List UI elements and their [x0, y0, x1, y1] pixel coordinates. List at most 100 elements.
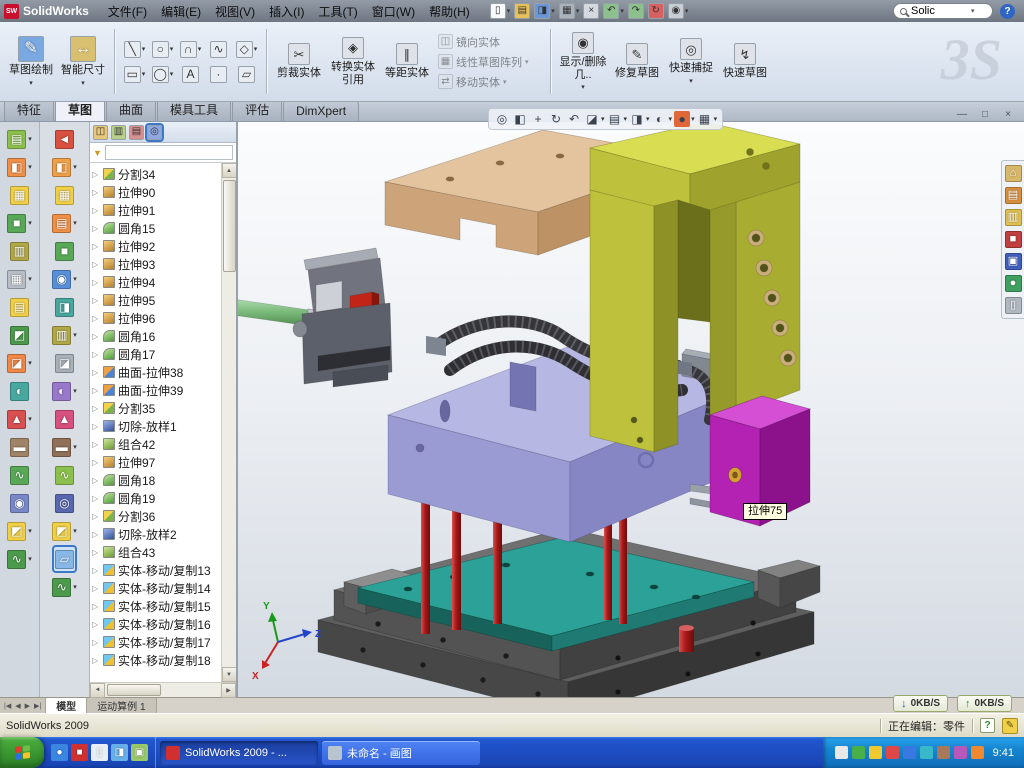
toolbar2-button-5[interactable]: ■ ▾	[54, 239, 75, 263]
graphics-viewport[interactable]: Y Z X 拉伸75 ◎ ▾	[238, 122, 1024, 697]
configurationmanager-tab-icon[interactable]: ▤	[129, 125, 144, 140]
tray-icon-8[interactable]	[954, 746, 967, 759]
start-button[interactable]	[0, 737, 44, 768]
dropdown-caret-icon[interactable]: ▾	[581, 83, 585, 91]
tree-item[interactable]: ▷ 拉伸90	[92, 183, 221, 201]
tab-model[interactable]: 模型	[46, 698, 87, 713]
dropdown-caret-icon[interactable]: ▾	[714, 115, 718, 123]
3d-model[interactable]: Y Z X	[238, 122, 1024, 697]
expander-icon[interactable]: ▷	[92, 494, 100, 503]
expander-icon[interactable]: ▷	[92, 368, 100, 377]
dropdown-caret-icon[interactable]: ▾	[28, 275, 32, 283]
tray-icon-2[interactable]	[852, 746, 865, 759]
convert-entities-button[interactable]: ◈ 转换实体引用	[327, 25, 379, 98]
print-icon[interactable]: ▦ ▾	[558, 2, 581, 20]
tree-item[interactable]: ▷ 分割36	[92, 507, 221, 525]
tray-icon-3[interactable]	[869, 746, 882, 759]
toolbar2-button-3[interactable]: ▦ ▾	[54, 183, 75, 207]
tree-item[interactable]: ▷ 分割35	[92, 399, 221, 417]
tree-item[interactable]: ▷ 拉伸92	[92, 237, 221, 255]
doc-minimize-button[interactable]: —	[954, 107, 970, 123]
file-explorer-icon[interactable]: ▥	[1005, 209, 1022, 226]
tree-item[interactable]: ▷ 组合43	[92, 543, 221, 561]
document-recovery-icon[interactable]: ▯	[1005, 297, 1022, 314]
toolbar2-button-4[interactable]: ▤ ▾	[51, 211, 78, 235]
quicklaunch-media-player-icon[interactable]: ◨	[111, 744, 128, 761]
dropdown-caret-icon[interactable]: ▾	[73, 275, 77, 283]
trim-entities-button[interactable]: ✂ 剪裁实体	[273, 25, 325, 98]
dropdown-caret-icon[interactable]: ▾	[170, 70, 174, 78]
solidworks-resources-icon[interactable]: ⌂	[1005, 165, 1022, 182]
help-icon[interactable]: ?	[1000, 4, 1015, 19]
toolbar2-button-2[interactable]: ◧ ▾	[51, 155, 78, 179]
dropdown-caret-icon[interactable]: ▾	[646, 115, 650, 123]
dropdown-caret-icon[interactable]: ▾	[691, 115, 695, 123]
design-library-icon[interactable]: ▤	[1005, 187, 1022, 204]
repair-sketch-button[interactable]: ✎ 修复草图 ▾	[611, 25, 663, 98]
rapid-sketch-button[interactable]: ↯ 快速草图 ▾	[719, 25, 771, 98]
expander-icon[interactable]: ▷	[92, 422, 100, 431]
expander-icon[interactable]: ▷	[92, 530, 100, 539]
view-orientation-icon[interactable]: ▤ ▾	[607, 111, 628, 127]
open-icon[interactable]: ▤ ▾	[513, 2, 531, 20]
dropdown-caret-icon[interactable]: ▾	[525, 58, 529, 66]
new-document-icon[interactable]: ▯ ▾	[489, 2, 512, 20]
arc-tool[interactable]: ∩ ▾	[177, 37, 204, 61]
appearances-icon[interactable]: ■	[1005, 231, 1022, 248]
smart-dimension-button[interactable]: ↔ 智能尺寸 ▾	[58, 25, 108, 98]
quicklaunch-show-desktop-icon[interactable]: ▯	[91, 744, 108, 761]
tree-item[interactable]: ▷ 切除-放样1	[92, 417, 221, 435]
toolbar1-button-1[interactable]: ▤ ▾	[6, 127, 33, 151]
expander-icon[interactable]: ▷	[92, 638, 100, 647]
tab-nav-button[interactable]: ▶|	[33, 702, 42, 710]
expander-icon[interactable]: ▷	[92, 224, 100, 233]
dropdown-caret-icon[interactable]: ▾	[601, 115, 605, 123]
tree-item[interactable]: ▷ 曲面-拉伸38	[92, 363, 221, 381]
toolbar1-button-13[interactable]: ∿ ▾	[9, 463, 30, 487]
tree-item[interactable]: ▷ 圆角17	[92, 345, 221, 363]
toolbar1-button-6[interactable]: ▦ ▾	[6, 267, 33, 291]
tree-item[interactable]: ▷ 曲面-拉伸39	[92, 381, 221, 399]
toolbar1-button-15[interactable]: ◩ ▾	[6, 519, 33, 543]
toolbar2-button-9[interactable]: ◪ ▾	[54, 351, 75, 375]
tree-item[interactable]: ▷ 实体-移动/复制15	[92, 597, 221, 615]
dimxpertmanager-tab-icon[interactable]: ◎	[147, 125, 162, 140]
tree-item[interactable]: ▷ 切除-放样2	[92, 525, 221, 543]
toolbar2-button-8[interactable]: ▥ ▾	[51, 323, 78, 347]
plane-tool[interactable]: ▱ ▾	[233, 62, 260, 86]
tree-item[interactable]: ▷ 圆角19	[92, 489, 221, 507]
toolbar1-button-3[interactable]: ▦ ▾	[9, 183, 30, 207]
dropdown-caret-icon[interactable]: ▾	[81, 79, 85, 87]
tray-icon-6[interactable]	[920, 746, 933, 759]
expander-icon[interactable]: ▷	[92, 584, 100, 593]
ellipse-tool[interactable]: ◯ ▾	[149, 62, 176, 86]
expander-icon[interactable]: ▷	[92, 656, 100, 665]
tree-item[interactable]: ▷ 拉伸95	[92, 291, 221, 309]
scroll-up-button[interactable]: ▲	[222, 163, 237, 178]
doc-restore-button[interactable]: □	[977, 107, 993, 123]
expander-icon[interactable]: ▷	[92, 188, 100, 197]
expander-icon[interactable]: ▷	[92, 386, 100, 395]
redo-icon[interactable]: ↷ ▾	[627, 2, 645, 20]
linear-sketch-pattern-button[interactable]: ▦ 线性草图阵列 ▾	[438, 54, 544, 70]
hide-show-items-icon[interactable]: ◐ ▾	[652, 111, 673, 127]
expander-icon[interactable]: ▷	[92, 602, 100, 611]
propertymanager-tab-icon[interactable]: ▥	[111, 125, 126, 140]
expander-icon[interactable]: ▷	[92, 548, 100, 557]
dropdown-caret-icon[interactable]: ▾	[73, 331, 77, 339]
tray-icon-4[interactable]	[886, 746, 899, 759]
options-icon[interactable]: ◉ ▾	[667, 2, 690, 20]
toolbar2-button-17[interactable]: ∿ ▾	[51, 575, 78, 599]
dropdown-caret-icon[interactable]: ▾	[73, 219, 77, 227]
menu-item[interactable]: 插入(I)	[262, 0, 311, 23]
stop-pin-part[interactable]	[679, 625, 694, 652]
dropdown-caret-icon[interactable]: ▾	[170, 45, 174, 53]
expander-icon[interactable]: ▷	[92, 206, 100, 215]
expander-icon[interactable]: ▷	[92, 314, 100, 323]
toolbar1-button-2[interactable]: ◧ ▾	[6, 155, 33, 179]
tree-item[interactable]: ▷ 实体-移动/复制13	[92, 561, 221, 579]
toolbar2-button-12[interactable]: ▬ ▾	[51, 435, 78, 459]
tree-item[interactable]: ▷ 拉伸94	[92, 273, 221, 291]
tree-item[interactable]: ▷ 圆角15	[92, 219, 221, 237]
toolbar1-button-4[interactable]: ■ ▾	[6, 211, 33, 235]
